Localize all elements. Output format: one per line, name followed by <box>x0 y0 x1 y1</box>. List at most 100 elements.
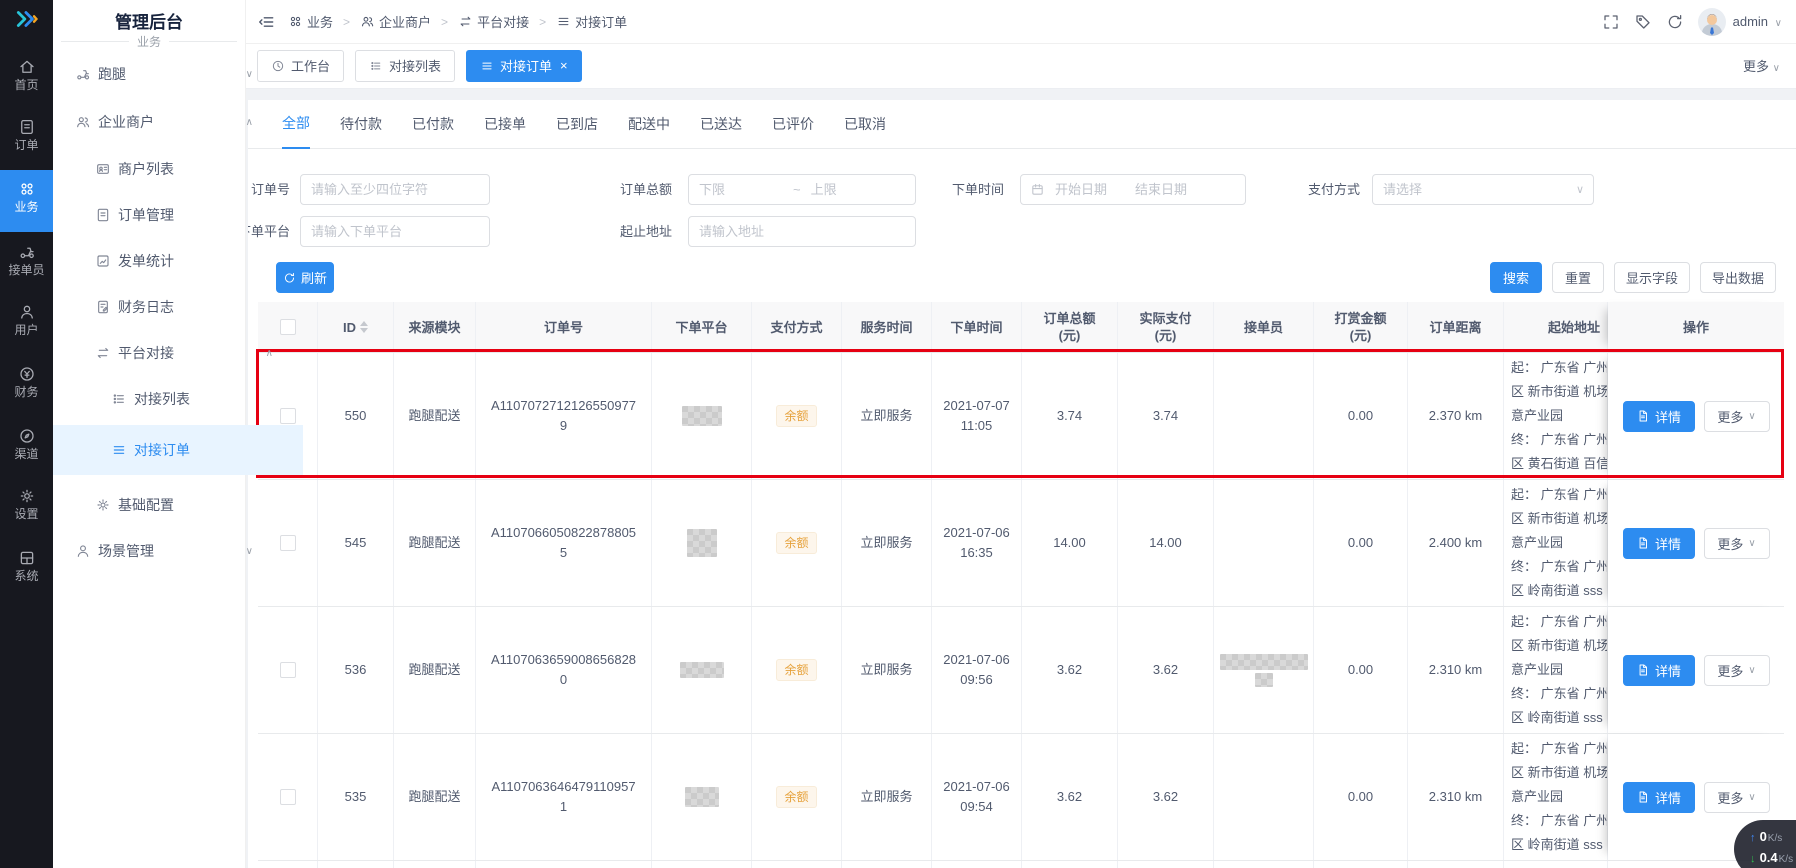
sidebar-item-paotui[interactable]: 跑腿∨ <box>53 58 267 90</box>
user-icon <box>75 543 91 559</box>
status-tab-pending-payment[interactable]: 待付款 <box>340 101 382 148</box>
cell-order-time: 2021-07-0609:56 <box>932 607 1022 733</box>
address-input[interactable] <box>689 224 915 239</box>
rail-item-users[interactable]: 用户 <box>0 303 53 337</box>
chevron-down-icon: ∨ <box>246 69 253 80</box>
cell-distance: 2.400 km <box>1408 480 1504 606</box>
rail-item-business[interactable]: 业务 <box>0 170 53 232</box>
status-tab-all[interactable]: 全部 <box>282 100 310 149</box>
chevron-up-icon: ∧ <box>266 348 273 359</box>
censored-platform <box>682 406 722 426</box>
censored-courier <box>1255 673 1273 687</box>
more-button[interactable]: 更多∨ <box>1704 528 1770 559</box>
order-total-max-input[interactable] <box>801 182 931 197</box>
detail-button[interactable]: 详情 <box>1623 782 1695 813</box>
user-menu[interactable]: admin ∨ <box>1733 14 1782 29</box>
swap-icon <box>458 14 473 29</box>
reset-button[interactable]: 重置 <box>1552 262 1604 293</box>
status-tab-paid[interactable]: 已付款 <box>412 101 454 148</box>
status-tab-arrived-store[interactable]: 已到店 <box>556 101 598 148</box>
tab-connect-orders[interactable]: 对接订单× <box>466 50 582 82</box>
collapse-sidebar-icon[interactable] <box>256 12 276 32</box>
status-tab-delivering[interactable]: 配送中 <box>628 101 670 148</box>
detail-button[interactable]: 详情 <box>1623 528 1695 559</box>
row-checkbox[interactable] <box>280 789 296 805</box>
layout-icon <box>18 549 36 567</box>
pay-method-badge: 余额 <box>776 405 816 427</box>
order-no-input[interactable] <box>301 182 489 197</box>
export-data-button[interactable]: 导出数据 <box>1700 262 1776 293</box>
breadcrumb-enterprise-merchant[interactable]: 企业商户 <box>360 12 431 31</box>
avatar[interactable] <box>1698 8 1726 36</box>
order-time-label: 下单时间 <box>938 174 1004 205</box>
status-tab-delivered[interactable]: 已送达 <box>700 101 742 148</box>
row-checkbox[interactable] <box>280 535 296 551</box>
rail-item-courier[interactable]: 接单员 <box>0 243 53 277</box>
status-tab-accepted[interactable]: 已接单 <box>484 101 526 148</box>
rail-item-system[interactable]: 系统 <box>0 549 53 583</box>
sidebar-item-platform-connect[interactable]: 平台对接∧ <box>53 337 287 369</box>
cell-courier <box>1214 734 1314 860</box>
cell-actions: 详情 更多∨ <box>1608 480 1784 606</box>
sidebar-item-dispatch-stats[interactable]: 发单统计 <box>53 245 287 277</box>
cell-order-time: 2021-07-0711:05 <box>932 353 1022 479</box>
end-date-input[interactable] <box>1133 182 1235 197</box>
cell-pay-method: 余额 <box>752 607 842 733</box>
sidebar-item-finance-log[interactable]: 财务日志 <box>53 291 287 323</box>
status-tab-cancelled[interactable]: 已取消 <box>844 101 886 148</box>
censored-platform <box>680 662 724 678</box>
cell-id: 535 <box>318 734 394 860</box>
col-distance: 订单距离 <box>1408 302 1504 352</box>
more-button[interactable]: 更多∨ <box>1704 655 1770 686</box>
network-speed-widget: ↑ 0K/s ↓ 0.4K/s <box>1734 820 1796 868</box>
platform-input[interactable] <box>301 224 489 239</box>
detail-button[interactable]: 详情 <box>1623 655 1695 686</box>
more-button[interactable]: 更多∨ <box>1704 401 1770 432</box>
page-tab-bar: 工作台 对接列表 对接订单× 更多 ∨ <box>246 43 1796 89</box>
fullscreen-icon[interactable] <box>1602 13 1620 31</box>
status-tab-reviewed[interactable]: 已评价 <box>772 101 814 148</box>
order-time-range-wrap[interactable] <box>1020 174 1246 205</box>
sidebar-item-connect-orders[interactable]: 对接订单 <box>53 425 303 475</box>
rail-item-finance[interactable]: 财务 <box>0 365 53 399</box>
rail-item-settings[interactable]: 设置 <box>0 487 53 521</box>
breadcrumb-platform-connect[interactable]: 平台对接 <box>458 12 529 31</box>
detail-button[interactable]: 详情 <box>1623 401 1695 432</box>
sidebar-item-enterprise-merchant[interactable]: 企业商户∧ <box>53 106 267 138</box>
sidebar-item-connect-list[interactable]: 对接列表 <box>53 383 303 415</box>
row-checkbox[interactable] <box>280 662 296 678</box>
sidebar-item-scene-manage[interactable]: 场景管理∨ <box>53 535 267 567</box>
cell-pay-method: 余额 <box>752 353 842 479</box>
tab-workbench[interactable]: 工作台 <box>257 50 344 82</box>
reload-icon[interactable] <box>1666 13 1684 31</box>
pay-method-select-value[interactable] <box>1373 182 1593 197</box>
theme-tag-icon[interactable] <box>1634 13 1652 31</box>
show-fields-button[interactable]: 显示字段 <box>1614 262 1690 293</box>
app-logo[interactable] <box>0 6 53 37</box>
order-total-min-input[interactable] <box>689 182 793 197</box>
rail-item-home[interactable]: 首页 <box>0 58 53 92</box>
start-date-input[interactable] <box>1045 182 1133 197</box>
cell-distance: 2.310 km <box>1408 607 1504 733</box>
search-button[interactable]: 搜索 <box>1490 262 1542 293</box>
rail-item-orders[interactable]: 订单 <box>0 118 53 152</box>
tab-connect-list[interactable]: 对接列表 <box>355 50 455 82</box>
chevron-down-icon: ∨ <box>246 546 253 557</box>
more-button[interactable]: 更多∨ <box>1704 782 1770 813</box>
sidebar-item-merchant-list[interactable]: 商户列表 <box>53 153 287 185</box>
sort-caret-icon[interactable] <box>360 321 368 333</box>
chevron-down-icon: ∨ <box>1748 665 1755 676</box>
sidebar-item-base-config[interactable]: 基础配置 <box>53 489 287 521</box>
tabs-more-button[interactable]: 更多 ∨ <box>1743 56 1780 75</box>
close-icon[interactable]: × <box>560 59 568 72</box>
cell-pay-method: 余额 <box>752 480 842 606</box>
col-service-time: 服务时间 <box>842 302 932 352</box>
sidebar-section-label: 业务 <box>53 33 245 50</box>
cell-actions: 详情 更多∨ <box>1608 353 1784 479</box>
breadcrumb-connect-orders[interactable]: 对接订单 <box>556 12 627 31</box>
breadcrumb-business[interactable]: 业务 <box>288 12 333 31</box>
pay-method-select[interactable]: ∨ <box>1372 174 1594 205</box>
rail-item-channel[interactable]: 渠道 <box>0 427 53 461</box>
cell-actual-paid: 14.00 <box>1118 480 1214 606</box>
sidebar-item-order-manage[interactable]: 订单管理 <box>53 199 287 231</box>
